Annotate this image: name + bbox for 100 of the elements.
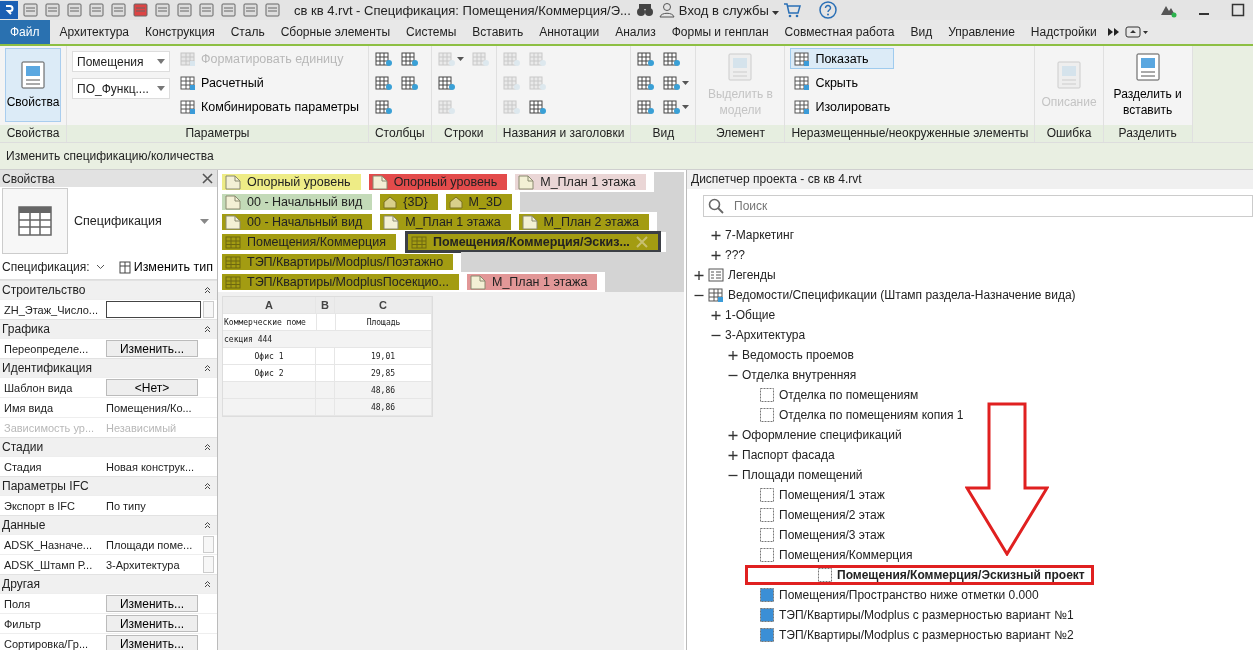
tree-item[interactable]: 3-Архитектура [687, 325, 815, 345]
app-logo-icon[interactable] [0, 1, 18, 19]
collapse-icon[interactable] [204, 443, 211, 451]
tree-item[interactable]: Помещения/3 этаж [687, 525, 894, 545]
column-header[interactable]: C [335, 297, 432, 313]
view-tab[interactable]: Помещения/Коммерция/Эскиз... [407, 234, 658, 250]
ribbon-tab[interactable]: Вставить [466, 20, 530, 44]
view-tab[interactable]: Помещения/Коммерция [222, 234, 396, 250]
tree-item[interactable]: 1-Общие [687, 305, 785, 325]
view-tab[interactable]: Опорный уровень [368, 174, 508, 190]
ribbon-tab[interactable]: Конструкция [139, 20, 221, 44]
ribbon-tab[interactable]: Анализ [609, 20, 662, 44]
ribbon-tab[interactable]: Совместная работа [778, 20, 901, 44]
tree-item[interactable]: Помещения/Пространство ниже отметки 0.000 [687, 585, 1048, 605]
tree-item[interactable]: ??? [687, 245, 755, 265]
property-group-header[interactable]: Графика [0, 319, 217, 338]
ribbon-button[interactable]: Изолировать [790, 96, 895, 117]
ribbon-tab[interactable]: Системы [400, 20, 463, 44]
column-header[interactable]: A [223, 297, 316, 313]
expand-icon[interactable] [694, 270, 704, 280]
tree-item[interactable]: 7-Маркетинг [687, 225, 803, 245]
expand-icon[interactable] [728, 450, 738, 460]
property-group-header[interactable]: Параметры IFC [0, 476, 217, 495]
ribbon-tab[interactable]: Формы и генплан [665, 20, 775, 44]
ribbon-tab[interactable]: Сборные элементы [274, 20, 396, 44]
view-tab[interactable]: М_План 1 этажа [380, 214, 511, 230]
property-button[interactable]: Изменить... [106, 595, 198, 612]
tree-item[interactable]: Помещения/1 этаж [687, 485, 894, 505]
ribbon-button[interactable]: Комбинировать параметры [176, 96, 363, 117]
view-tab[interactable]: {3D} [380, 194, 438, 210]
instance-dropdown[interactable]: Спецификация: [2, 260, 105, 274]
more-tabs-icon[interactable] [1106, 27, 1121, 37]
collapse-icon[interactable] [204, 325, 211, 333]
close-icon[interactable] [202, 173, 213, 184]
maximize-icon[interactable] [1231, 3, 1245, 17]
expand-icon[interactable] [711, 310, 721, 320]
expand-icon[interactable] [711, 250, 721, 260]
expand-icon[interactable] [711, 230, 721, 240]
tree-item[interactable]: ТЭП/Квартиры/Modplus с размерностью вариант №2 [687, 625, 1083, 645]
property-button[interactable]: Изменить... [106, 340, 198, 357]
view-tab[interactable]: М_План 1 этажа [515, 174, 646, 190]
ribbon-button[interactable]: Свойства [5, 48, 61, 122]
view-tab[interactable]: ТЭП/Квартиры/Modplus/Поэтажно [222, 254, 454, 270]
property-group-header[interactable]: Строительство [0, 280, 217, 299]
tree-item[interactable]: Площади помещений [687, 465, 872, 485]
property-button[interactable]: Изменить... [106, 615, 198, 632]
tree-item[interactable]: Отделка внутренняя [687, 365, 866, 385]
view-tab[interactable]: 00 - Начальный вид [222, 194, 373, 210]
collapse-icon[interactable] [204, 364, 211, 372]
view-tab[interactable]: М_План 1 этажа [467, 274, 598, 290]
tree-item[interactable]: Отделка по помещениям копия 1 [687, 405, 973, 425]
tree-item[interactable]: Помещения/Коммерция [687, 545, 922, 565]
edit-type-button[interactable]: Изменить тип [118, 260, 213, 274]
user-icon[interactable] [658, 2, 675, 18]
type-selector[interactable]: Спецификация [0, 187, 217, 255]
expand-icon[interactable] [728, 430, 738, 440]
view-tab[interactable]: Опорный уровень [222, 174, 361, 190]
property-button[interactable]: Изменить... [106, 635, 198, 650]
view-tab[interactable]: М_3D [445, 194, 512, 210]
tree-item[interactable]: Оформление спецификаций [687, 425, 911, 445]
parameter-dropdown[interactable]: ПО_Функц.... [72, 78, 170, 99]
collapse-icon[interactable] [204, 482, 211, 490]
ribbon-button[interactable]: Расчетный [176, 72, 363, 93]
collapse-icon[interactable] [204, 521, 211, 529]
property-button[interactable]: <Нет> [106, 379, 198, 396]
tree-item[interactable]: Паспорт фасада [687, 445, 844, 465]
property-input[interactable] [106, 301, 201, 318]
ribbon-tab[interactable]: Надстройки [1024, 20, 1103, 44]
tree-item[interactable]: Ведомость проемов [687, 345, 863, 365]
ribbon-tab[interactable]: Управление [942, 20, 1021, 44]
collapse-icon[interactable] [204, 580, 211, 588]
view-tab[interactable]: ТЭП/Квартиры/ModplusПосекцио... [222, 274, 459, 290]
binoculars-icon[interactable] [634, 2, 655, 18]
ribbon-tab[interactable]: Аннотации [533, 20, 606, 44]
property-group-header[interactable]: Другая [0, 574, 217, 593]
ribbon-button[interactable]: Скрыть [790, 72, 895, 93]
tree-item[interactable]: Помещения/Коммерция/Эскизный проект [745, 565, 1094, 585]
tree-item[interactable]: Отделка по помещениям [687, 385, 928, 405]
tree-item[interactable]: Легенды [687, 265, 785, 285]
toolbar-tool-icon[interactable] [132, 2, 150, 18]
tree-item[interactable]: Помещения/2 этаж [687, 505, 894, 525]
ribbon-button[interactable]: Показать [790, 48, 895, 69]
ribbon-display-icon[interactable] [1124, 26, 1149, 38]
cart-icon[interactable] [783, 2, 802, 18]
ribbon-tab[interactable]: Архитектура [53, 20, 136, 44]
ribbon-tab[interactable]: Файл [0, 20, 50, 44]
column-header[interactable]: B [316, 297, 335, 313]
ribbon-tab[interactable]: Сталь [224, 20, 271, 44]
parameter-dropdown[interactable]: Помещения [72, 51, 170, 72]
tree-item[interactable]: ТЭП/Квартиры/Modplus с размерностью вариант №1 [687, 605, 1083, 625]
view-tab[interactable]: М_План 2 этажа [518, 214, 649, 230]
property-group-header[interactable]: Данные [0, 515, 217, 534]
view-tab[interactable]: 00 - Начальный вид [222, 214, 373, 230]
ribbon-button[interactable]: Разделить и вставить [1108, 48, 1187, 122]
sign-in-menu[interactable]: Вход в службы [678, 2, 780, 18]
ribbon-tab[interactable]: Вид [904, 20, 939, 44]
help-icon[interactable] [819, 1, 838, 19]
property-group-header[interactable]: Идентификация [0, 358, 217, 377]
tree-item[interactable]: Ведомости/Спецификации (Штамп раздела-Назначение вида) [687, 285, 1085, 305]
expand-icon[interactable] [728, 350, 738, 360]
